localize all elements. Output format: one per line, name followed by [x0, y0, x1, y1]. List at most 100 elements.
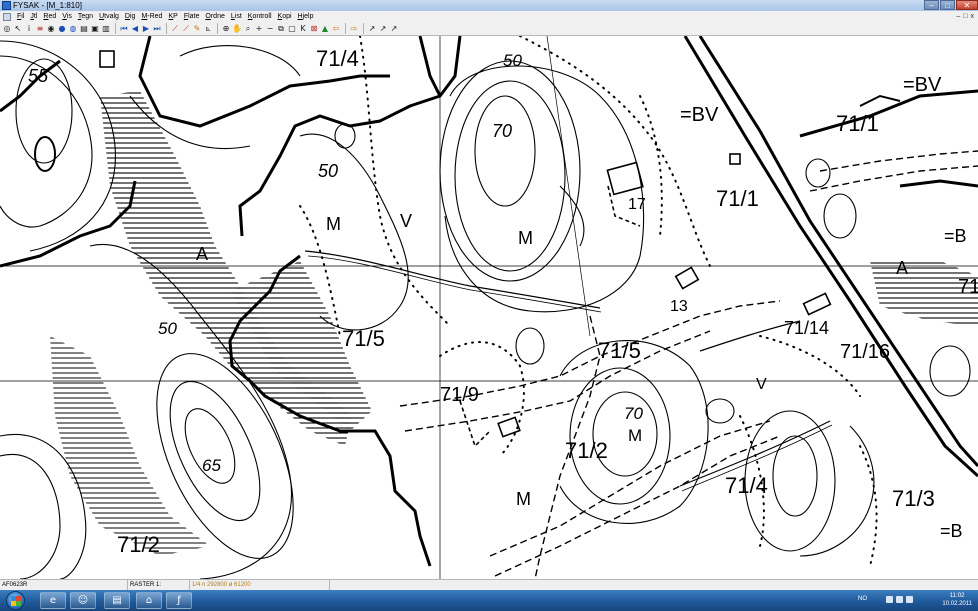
close-button[interactable]: ✕: [956, 0, 978, 10]
tool-a-icon[interactable]: ↗: [367, 24, 377, 34]
map-label: 71/16: [840, 341, 891, 363]
back-icon[interactable]: ⇦: [331, 24, 341, 34]
map-label: =BV: [903, 74, 942, 96]
map-label: =B: [944, 226, 967, 246]
map-label: 13: [670, 298, 688, 315]
map-label: 50: [318, 161, 339, 181]
map-label: 70: [492, 121, 513, 141]
mdi-controls: – □ x: [956, 11, 974, 22]
map-label: V: [400, 211, 413, 231]
color-icon[interactable]: ▲: [320, 24, 330, 34]
marsh-area: [50, 336, 210, 556]
map-label: 71/9: [440, 384, 479, 406]
map-label: A: [196, 244, 209, 264]
map-label: 71/3: [892, 486, 935, 511]
maximize-button[interactable]: □: [940, 0, 955, 10]
mdi-close-button[interactable]: x: [971, 11, 975, 22]
toolbar-separator: [166, 23, 167, 34]
save-icon[interactable]: ▣: [90, 24, 100, 34]
menu-vis[interactable]: Vis: [59, 11, 75, 22]
map-label: 65: [202, 456, 221, 475]
menu-flate[interactable]: Flate: [181, 11, 203, 22]
first-icon[interactable]: ⏮: [119, 24, 129, 34]
map-label: 71/1: [836, 111, 879, 136]
toolbar-separator: [115, 23, 116, 34]
language-indicator[interactable]: NO: [858, 596, 867, 602]
snap-icon[interactable]: K: [298, 24, 308, 34]
print-icon[interactable]: ▥: [101, 24, 111, 34]
map-label: 71/1: [716, 186, 759, 211]
menu-fil[interactable]: Fil: [14, 11, 27, 22]
menu-kontroll[interactable]: Kontroll: [245, 11, 275, 22]
plus-icon[interactable]: +: [254, 24, 264, 34]
ie-icon[interactable]: e: [40, 592, 66, 609]
menu-kopi[interactable]: Kopi: [275, 11, 295, 22]
folder-icon[interactable]: ☺: [70, 592, 96, 609]
tool-c-icon[interactable]: ↗: [389, 24, 399, 34]
toolbar-separator: [345, 23, 346, 34]
fysak-icon[interactable]: ⌂: [136, 592, 162, 609]
mdi-restore-button[interactable]: □: [963, 11, 967, 22]
clock[interactable]: 11:02 10.02.2011: [942, 592, 972, 608]
map-canvas[interactable]: 55 71/4 50 =BV =BV 71/1 70 50 17 71/1 M V M A =B A 71 13 5…: [0, 36, 978, 579]
zoom-in-icon[interactable]: ⊕: [221, 24, 231, 34]
globe-icon[interactable]: ◎: [2, 24, 12, 34]
menu-list[interactable]: List: [228, 11, 245, 22]
document-icon[interactable]: [3, 12, 11, 21]
zoom-extent-icon[interactable]: ◉: [46, 24, 56, 34]
menu-hjelp[interactable]: Hjelp: [295, 11, 317, 22]
globe-fill-icon[interactable]: ●: [57, 24, 67, 34]
info-icon[interactable]: i: [24, 24, 34, 34]
new-object-icon[interactable]: ▢: [287, 24, 297, 34]
forward-icon[interactable]: ⇨: [349, 24, 359, 34]
window-controls: – □ ✕: [923, 0, 978, 11]
zoom-window-icon[interactable]: ⌕: [243, 24, 253, 34]
explorer-icon[interactable]: ▤: [104, 592, 130, 609]
previous-icon[interactable]: ◀: [130, 24, 140, 34]
measure-icon[interactable]: ⦝: [203, 24, 213, 34]
map-label: V: [756, 376, 767, 393]
system-tray: NO 11:02 10.02.2011: [858, 590, 978, 611]
app-icon[interactable]: ƒ: [166, 592, 192, 609]
map-label: M: [326, 214, 341, 234]
delete-icon[interactable]: ⊠: [309, 24, 319, 34]
draw-line-icon[interactable]: ⟋: [170, 24, 180, 34]
last-icon[interactable]: ⏭: [152, 24, 162, 34]
menu-m-red[interactable]: M-Red: [138, 11, 165, 22]
map-label: 50: [503, 51, 522, 70]
network-icon[interactable]: [896, 596, 903, 603]
map-label: 55: [28, 66, 49, 86]
draw-line-2-icon[interactable]: ⟋: [181, 24, 191, 34]
menu-red[interactable]: Red: [40, 11, 59, 22]
pointer-icon[interactable]: ↖: [13, 24, 23, 34]
menu-kp[interactable]: KP: [165, 11, 180, 22]
copy-icon[interactable]: ⧉: [276, 24, 286, 34]
layers-icon[interactable]: ≡: [35, 24, 45, 34]
globe-outline-icon[interactable]: ◍: [68, 24, 78, 34]
menu-utvalg[interactable]: Utvalg: [96, 11, 122, 22]
folder-open-icon[interactable]: ▤: [79, 24, 89, 34]
edit-line-icon[interactable]: ✎: [192, 24, 202, 34]
toolbar: ◎ ↖ i ≡ ◉ ● ◍ ▤ ▣ ▥ ⏮ ◀ ▶ ⏭ ⟋ ⟋ ✎ ⦝ ⊕ ✋ ⌕ + − ⧉ ▢ K ⊠ ▲ ⇦ ⇨ ↗ ↗ ↗: [0, 22, 978, 36]
map-label: 71/5: [598, 338, 641, 363]
app-icon[interactable]: [2, 1, 11, 10]
start-button[interactable]: [6, 591, 25, 610]
map-label: 17: [628, 196, 646, 213]
minus-icon[interactable]: −: [265, 24, 275, 34]
map-label: 71/2: [565, 438, 608, 463]
minimize-button[interactable]: –: [924, 0, 939, 10]
window-title: FYSAK - [M_1:810]: [13, 1, 82, 10]
menu-ordne[interactable]: Ordne: [202, 11, 227, 22]
next-icon[interactable]: ▶: [141, 24, 151, 34]
menu-tegn[interactable]: Tegn: [75, 11, 96, 22]
menu-dig[interactable]: Dig: [122, 11, 139, 22]
clock-date: 10.02.2011: [942, 601, 972, 607]
volume-icon[interactable]: [906, 596, 913, 603]
pan-icon[interactable]: ✋: [232, 24, 242, 34]
mdi-minimize-button[interactable]: –: [956, 11, 960, 22]
menu-jtl[interactable]: Jtl: [27, 11, 40, 22]
tool-b-icon[interactable]: ↗: [378, 24, 388, 34]
tray-icon[interactable]: [886, 596, 893, 603]
map-label: 70: [624, 404, 643, 423]
map-label: =BV: [680, 104, 719, 126]
